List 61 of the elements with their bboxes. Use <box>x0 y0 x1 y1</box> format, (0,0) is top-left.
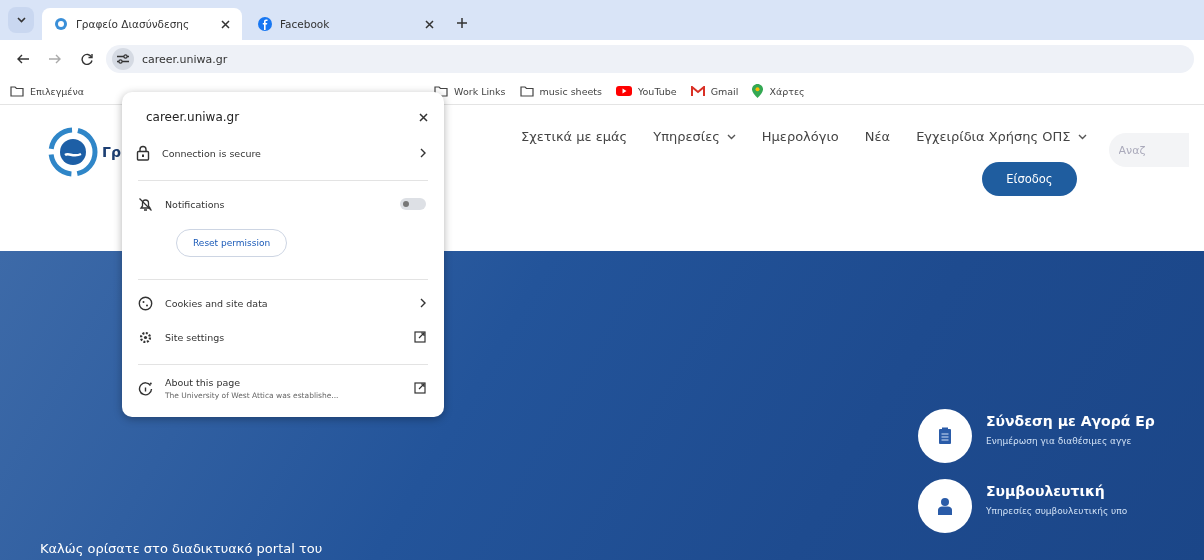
map-pin-icon <box>752 84 764 98</box>
menu-item[interactable]: Site settings <box>138 320 426 354</box>
welcome-heading: Καλώς ορίσατε στο διαδικτυακό portal του <box>40 541 323 556</box>
external-link-icon <box>414 382 426 394</box>
close-icon[interactable] <box>221 19 230 29</box>
clipboard-icon <box>938 427 952 445</box>
tab-list-button[interactable] <box>8 7 34 33</box>
tab-title: Facebook <box>280 18 331 30</box>
facebook-icon <box>258 17 272 31</box>
menu-item[interactable]: Connection is secure <box>136 136 426 170</box>
menu-item[interactable]: Cookies and site data <box>138 286 426 320</box>
chevron-down-icon <box>16 17 26 23</box>
reload-icon <box>81 53 93 65</box>
service-title: Σύνδεση με Αγορά Ερ <box>986 413 1155 429</box>
youtube-icon <box>616 85 632 97</box>
bookmark[interactable]: YouTube <box>616 85 677 97</box>
folder-icon <box>10 85 24 97</box>
sliders-icon <box>117 54 129 64</box>
tab-title: Γραφείο Διασύνδεσης <box>76 18 191 30</box>
service-description: Υπηρεσίες συμβουλευτικής υπο <box>986 506 1128 516</box>
url-text: career.uniwa.gr <box>142 52 228 66</box>
bookmark[interactable]: Gmail <box>690 85 739 97</box>
address-bar[interactable]: career.uniwa.gr <box>106 45 1194 73</box>
external-link-icon <box>414 331 426 343</box>
service-title: Συμβουλευτική <box>986 483 1106 499</box>
settings-icon <box>138 329 153 345</box>
browser-tab[interactable]: Γραφείο Διασύνδεσης <box>42 8 242 40</box>
lock-icon <box>136 145 150 161</box>
permission-row: Notifications <box>138 187 426 221</box>
nav-link[interactable]: Ημερολόγιο <box>761 129 839 144</box>
site-info-button[interactable] <box>112 48 134 70</box>
nav-link[interactable]: Νέα <box>864 129 891 144</box>
gmail-icon <box>690 85 705 97</box>
bookmark[interactable]: Επιλεγμένα <box>10 85 85 97</box>
cookie-icon <box>138 295 153 311</box>
search-field[interactable]: Αναζ <box>1108 133 1189 167</box>
login-button[interactable]: Είσοδος <box>982 162 1077 196</box>
reset-permission-button[interactable]: Reset permission <box>176 229 288 257</box>
plus-icon <box>457 18 467 28</box>
item-label: About this page <box>165 376 242 388</box>
close-icon[interactable] <box>425 19 434 29</box>
info-circle-icon <box>138 380 153 396</box>
popup-title: career.uniwa.gr <box>146 110 240 124</box>
nav-link[interactable]: Υπηρεσίες <box>653 129 736 144</box>
close-icon <box>419 113 428 122</box>
bell-off-icon <box>138 196 153 212</box>
folder-icon <box>519 85 534 97</box>
logo-text: Γρ <box>102 144 121 160</box>
logo-icon <box>48 127 98 177</box>
bookmark[interactable]: music sheets <box>519 85 602 97</box>
service-description: Ενημέρωση για διαθέσιμες αγγε <box>986 436 1133 446</box>
arrow-left-icon <box>17 54 29 64</box>
chevron-right-icon <box>420 298 426 308</box>
chevron-right-icon <box>420 148 426 158</box>
person-icon <box>937 497 953 515</box>
browser-tab[interactable]: Facebook <box>246 8 446 40</box>
bookmark[interactable]: Χάρτες <box>752 84 805 98</box>
nav-link[interactable]: Σχετικά με εμάς <box>520 129 628 144</box>
toggle-switch[interactable] <box>400 198 426 210</box>
nav-link[interactable]: Εγχειρίδια Χρήσης ΟΠΣ <box>916 129 1087 144</box>
arrow-right-icon <box>49 54 61 64</box>
